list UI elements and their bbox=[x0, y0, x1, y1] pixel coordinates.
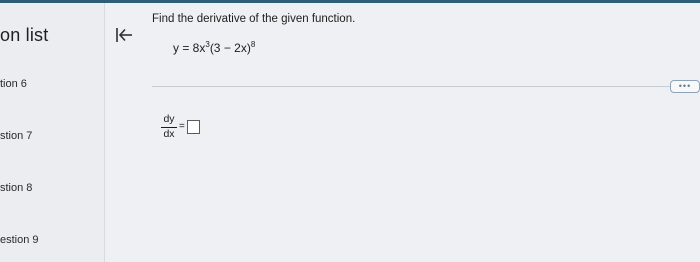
question-prompt: Find the derivative of the given functio… bbox=[152, 13, 356, 25]
question-panel: Find the derivative of the given functio… bbox=[105, 3, 700, 262]
answer-input[interactable] bbox=[187, 120, 200, 134]
equation-lhs: y = 8x bbox=[173, 41, 206, 55]
question-list-title: on list bbox=[0, 25, 49, 45]
function-equation: y = 8x3(3 − 2x)8 bbox=[173, 40, 256, 56]
sidebar-item-question-6[interactable]: tion 6 bbox=[0, 78, 27, 90]
sidebar-item-question-9[interactable]: estion 9 bbox=[0, 234, 39, 246]
question-list-sidebar: on list tion 6 stion 7 stion 8 estion 9 bbox=[0, 3, 104, 262]
sidebar-item-question-7[interactable]: stion 7 bbox=[0, 130, 32, 142]
derivative-fraction: dy dx bbox=[161, 114, 177, 140]
more-options-button[interactable]: ••• bbox=[670, 80, 700, 93]
fraction-denominator: dx bbox=[163, 128, 175, 140]
sidebar-item-question-8[interactable]: stion 8 bbox=[0, 182, 32, 194]
section-divider bbox=[152, 86, 672, 87]
fraction-numerator: dy bbox=[163, 113, 175, 125]
equals-sign: = bbox=[179, 121, 185, 132]
equation-exponent-2: 8 bbox=[250, 40, 256, 49]
equation-mid: (3 − 2x) bbox=[209, 41, 251, 55]
